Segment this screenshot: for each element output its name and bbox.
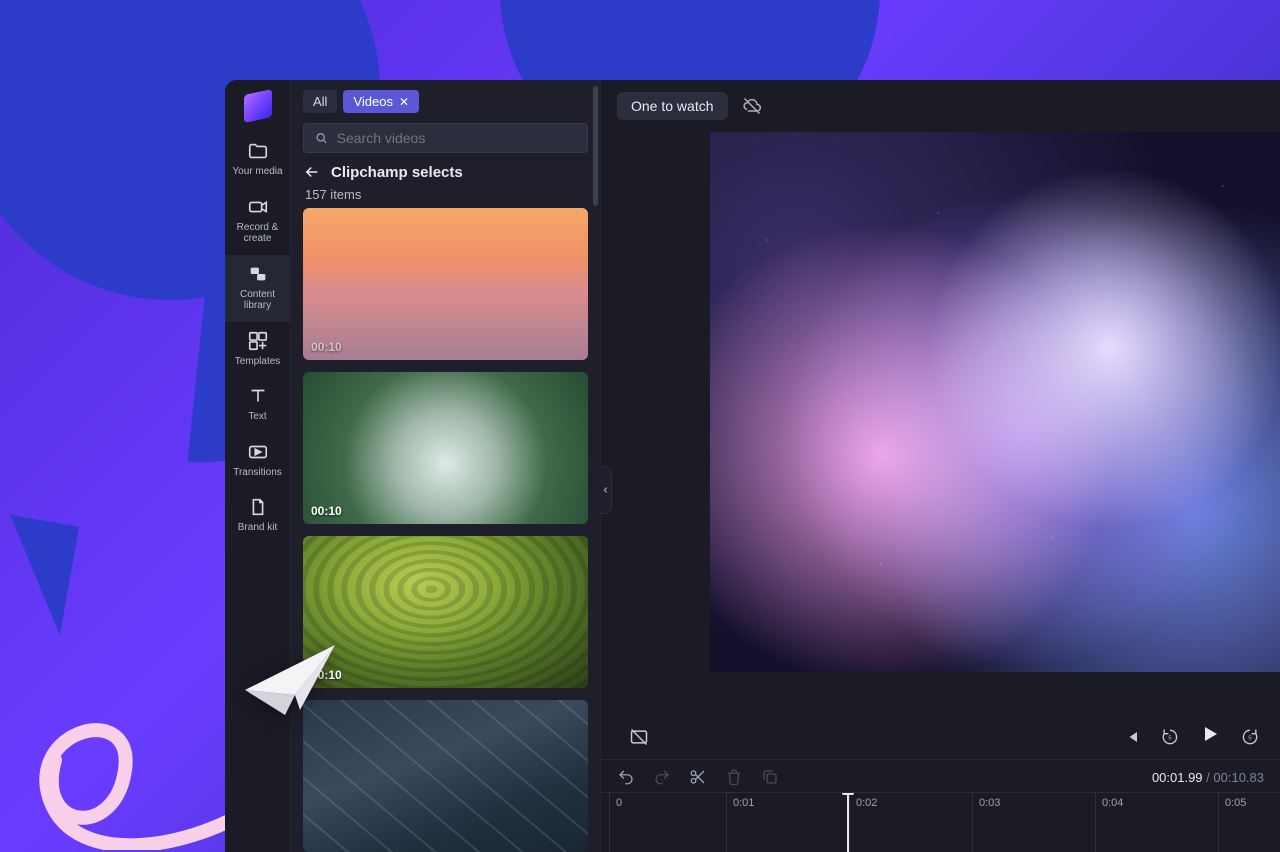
- rail-record-create[interactable]: Record & create: [225, 188, 290, 255]
- ruler-tick: 0:03: [972, 793, 1000, 852]
- thumb-waterfall[interactable]: 00:10: [303, 372, 588, 524]
- preview-topbar: One to watch: [601, 80, 1280, 128]
- project-title[interactable]: One to watch: [617, 92, 728, 120]
- svg-text:5: 5: [1248, 735, 1251, 741]
- rail-label: Brand kit: [227, 522, 288, 534]
- cloud-off-icon[interactable]: [742, 96, 762, 116]
- transitions-icon: [247, 441, 269, 463]
- text-icon: [247, 385, 269, 407]
- brand-kit-icon: [247, 496, 269, 518]
- item-count: 157 items: [291, 187, 600, 208]
- app-logo-icon: [244, 89, 272, 123]
- bg-triangle: [0, 515, 79, 635]
- breadcrumb-back[interactable]: Clipchamp selects: [291, 161, 600, 187]
- panel-scrollbar[interactable]: [593, 86, 598, 206]
- back-arrow-icon: [303, 163, 321, 181]
- preview-area: [601, 128, 1280, 716]
- thumb-sunset[interactable]: 00:10: [303, 208, 588, 360]
- play-button[interactable]: [1198, 722, 1222, 751]
- chip-videos[interactable]: Videos ✕: [343, 90, 419, 113]
- duration-badge: 00:10: [311, 668, 342, 682]
- ruler-tick: 0:05: [1218, 793, 1246, 852]
- search-input[interactable]: [337, 130, 577, 146]
- thumbnail-list: 00:10 00:10 00:10: [291, 208, 600, 852]
- timeline-toolbar: 00:01.99 / 00:10.83: [601, 759, 1280, 792]
- thumb-terraces[interactable]: 00:10: [303, 536, 588, 688]
- ruler-tick: 0:02: [849, 793, 877, 852]
- timecode-sep: /: [1203, 770, 1214, 785]
- redo-icon: [653, 768, 671, 786]
- timeline-ruler[interactable]: 0 0:01 0:02 0:03 0:04 0:05: [601, 792, 1280, 852]
- forward-5-icon[interactable]: 5: [1240, 727, 1260, 747]
- rail-label: Record & create: [227, 222, 288, 245]
- split-scissors-icon[interactable]: [689, 768, 707, 786]
- app-window: Your media Record & create Content libra…: [225, 80, 1280, 852]
- rail-label: Content library: [227, 289, 288, 312]
- chevron-left-icon: [602, 486, 610, 494]
- ruler-tick: 0: [609, 793, 622, 852]
- preview-controls: 5 5: [601, 716, 1280, 759]
- rail-content-library[interactable]: Content library: [225, 255, 290, 322]
- rail-label: Transitions: [227, 467, 288, 479]
- folder-icon: [247, 140, 269, 162]
- rail-brand-kit[interactable]: Brand kit: [225, 488, 290, 544]
- rail-label: Text: [227, 411, 288, 423]
- duplicate-icon: [761, 768, 779, 786]
- duration-badge: 00:10: [311, 504, 342, 518]
- timecode: 00:01.99 / 00:10.83: [1152, 770, 1264, 785]
- thumb-highway[interactable]: [303, 700, 588, 852]
- search-icon: [314, 130, 329, 146]
- library-panel: All Videos ✕ Clipchamp selects 157 items…: [291, 80, 601, 852]
- playhead[interactable]: [847, 792, 849, 852]
- image-off-icon[interactable]: [629, 727, 649, 747]
- search-box[interactable]: [303, 123, 588, 153]
- breadcrumb-title: Clipchamp selects: [331, 164, 463, 181]
- preview-canvas[interactable]: [710, 132, 1280, 672]
- panel-collapse-handle[interactable]: [600, 466, 612, 514]
- rewind-5-icon[interactable]: 5: [1160, 727, 1180, 747]
- close-icon[interactable]: ✕: [399, 95, 409, 109]
- chip-label: Videos: [353, 94, 393, 109]
- main-area: One to watch 5 5: [601, 80, 1280, 852]
- library-icon: [247, 263, 269, 285]
- undo-icon[interactable]: [617, 768, 635, 786]
- side-rail: Your media Record & create Content libra…: [225, 80, 291, 852]
- rail-transitions[interactable]: Transitions: [225, 433, 290, 489]
- rail-text[interactable]: Text: [225, 377, 290, 433]
- rail-label: Templates: [227, 356, 288, 368]
- timecode-total: 00:10.83: [1213, 770, 1264, 785]
- filter-chips: All Videos ✕: [291, 80, 600, 119]
- duration-badge: 00:10: [311, 340, 342, 354]
- rail-templates[interactable]: Templates: [225, 322, 290, 378]
- trash-icon: [725, 768, 743, 786]
- svg-text:5: 5: [1168, 735, 1171, 741]
- rail-your-media[interactable]: Your media: [225, 132, 290, 188]
- camera-icon: [247, 196, 269, 218]
- ruler-tick: 0:04: [1095, 793, 1123, 852]
- rail-label: Your media: [227, 166, 288, 178]
- templates-icon: [247, 330, 269, 352]
- chip-all[interactable]: All: [303, 90, 337, 113]
- ruler-tick: 0:01: [726, 793, 754, 852]
- play-icon: [1198, 722, 1222, 746]
- skip-start-icon[interactable]: [1122, 727, 1142, 747]
- timecode-current: 00:01.99: [1152, 770, 1203, 785]
